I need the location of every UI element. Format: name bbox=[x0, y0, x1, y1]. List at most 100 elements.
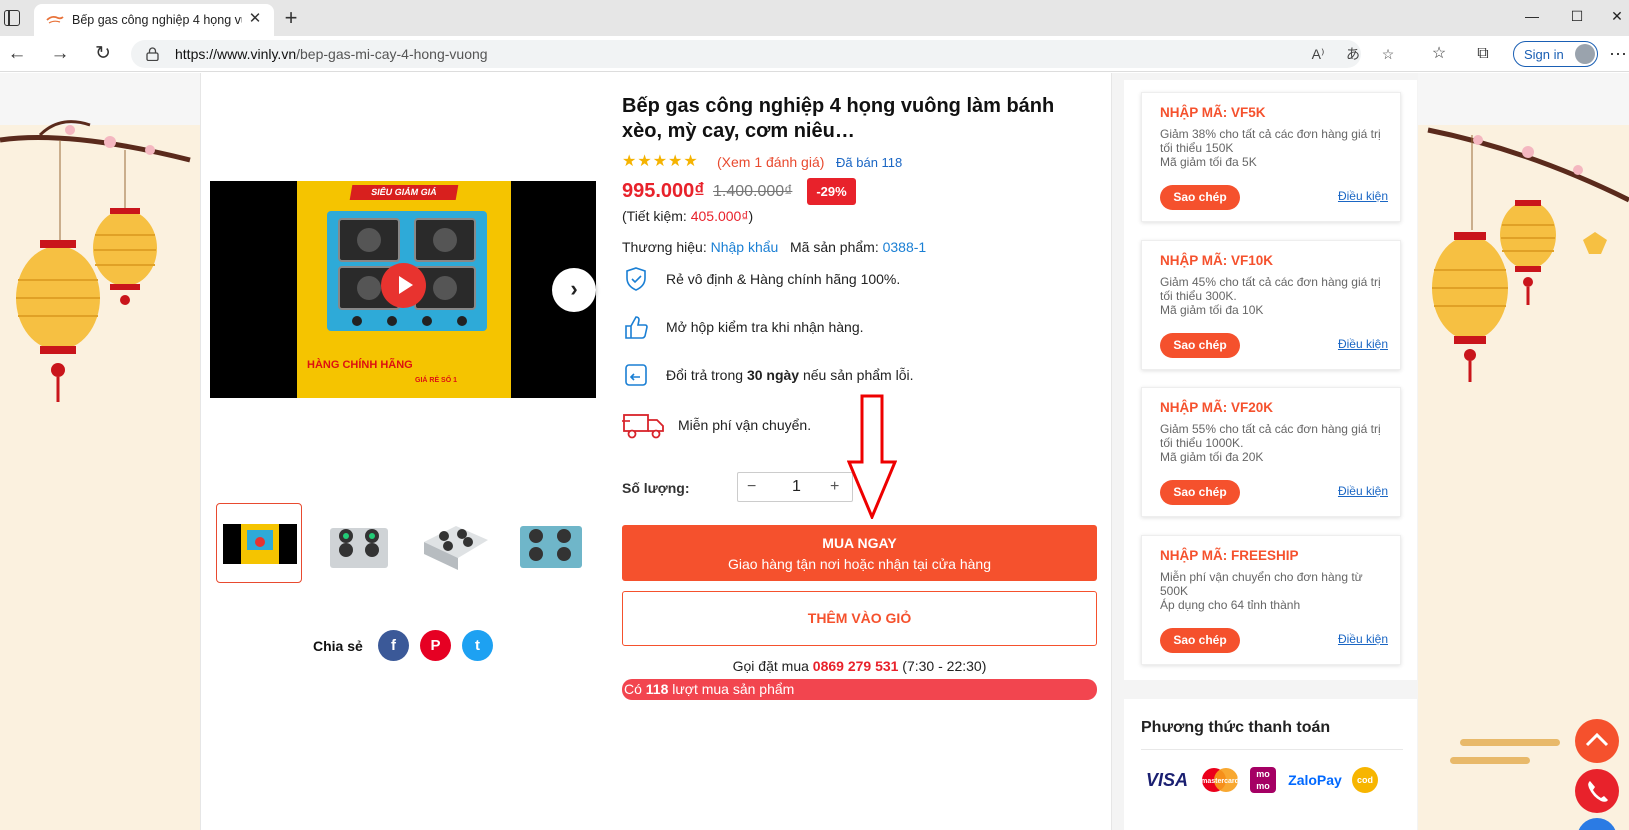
maximize-icon[interactable]: ☐ bbox=[1567, 8, 1587, 26]
buy-now-sublabel: Giao hàng tận nơi hoặc nhận tại cửa hàng bbox=[728, 556, 991, 572]
payment-title: Phương thức thanh toán bbox=[1141, 719, 1331, 736]
thumbnail-stove-image bbox=[330, 528, 388, 568]
thumbnail-4[interactable] bbox=[507, 503, 593, 583]
coupon-description: Miễn phí vận chuyển cho đơn hàng từ 500K… bbox=[1160, 570, 1363, 612]
discount-badge: -29% bbox=[807, 178, 856, 205]
product-title: Bếp gas công nghiệp 4 họng vuông làm bán… bbox=[622, 95, 1055, 142]
coupon-title: NHẬP MÃ: FREESHIP bbox=[1160, 548, 1299, 563]
down-arrow-annotation-icon bbox=[847, 394, 897, 519]
scroll-to-top-button[interactable] bbox=[1575, 719, 1619, 763]
hotline-text: Gọi đặt mua 0869 279 531 (7:30 - 22:30) bbox=[732, 658, 987, 674]
lock-icon bbox=[146, 47, 159, 61]
qty-decrease-button[interactable]: − bbox=[747, 478, 756, 496]
feature-return: Đổi trả trong 30 ngày nếu sản phẩm lỗi. bbox=[622, 361, 1082, 391]
new-tab-icon[interactable]: + bbox=[280, 7, 302, 30]
window-close-icon[interactable]: ✕ bbox=[1607, 8, 1627, 26]
tab-title: Bếp gas công nghiệp 4 họng vuông bbox=[72, 13, 242, 27]
browser-tab-bar: Bếp gas công nghiệp 4 họng vuông ✕ + — ☐… bbox=[0, 0, 1629, 36]
coupon-conditions-link[interactable]: Điều kiện bbox=[1338, 189, 1388, 203]
thumbnail-1[interactable] bbox=[216, 503, 302, 583]
tab-close-icon[interactable]: ✕ bbox=[247, 11, 263, 27]
add-favorite-icon[interactable]: ☆ bbox=[1378, 44, 1398, 64]
favorites-icon[interactable]: ☆ bbox=[1428, 43, 1450, 65]
divider bbox=[1141, 749, 1403, 750]
translate-icon[interactable]: あ bbox=[1343, 44, 1363, 64]
sign-in-label: Sign in bbox=[1524, 47, 1564, 62]
browser-tab-active[interactable]: Bếp gas công nghiệp 4 họng vuông ✕ bbox=[34, 4, 274, 36]
delivery-truck-icon bbox=[622, 414, 664, 439]
tab-actions-icon[interactable] bbox=[4, 10, 20, 26]
rating-stars-icon: ★★★★★ bbox=[622, 153, 699, 170]
quantity-label: Số lượng: bbox=[622, 480, 690, 496]
collections-icon[interactable]: ⧉ bbox=[1472, 43, 1494, 65]
buy-now-button[interactable]: MUA NGAY Giao hàng tận nơi hoặc nhận tại… bbox=[622, 525, 1097, 581]
old-price: 1.400.000₫ bbox=[713, 183, 793, 200]
phone-icon bbox=[1588, 781, 1608, 802]
return-box-icon bbox=[625, 364, 647, 386]
copy-coupon-button[interactable]: Sao chép bbox=[1160, 333, 1240, 358]
facebook-share-icon[interactable]: f bbox=[378, 630, 409, 661]
cloud-decoration-icon bbox=[1450, 739, 1560, 764]
qty-increase-button[interactable]: + bbox=[830, 478, 839, 496]
coupon-description: Giảm 55% cho tất cả các đơn hàng giá trị… bbox=[1160, 422, 1381, 464]
sign-in-button[interactable]: Sign in bbox=[1513, 41, 1598, 67]
copy-coupon-button[interactable]: Sao chép bbox=[1160, 480, 1240, 505]
add-to-cart-button[interactable]: THÊM VÀO GIỎ bbox=[622, 591, 1097, 646]
address-bar[interactable]: https://www.vinly.vn/bep-gas-mi-cay-4-ho… bbox=[131, 40, 1394, 68]
sku-value: 0388-1 bbox=[882, 239, 927, 255]
avatar-icon bbox=[1575, 44, 1595, 64]
coupon-description: Giảm 45% cho tất cả các đơn hàng giá trị… bbox=[1160, 275, 1381, 317]
thumbs-up-icon bbox=[625, 316, 648, 339]
brand-sku-line: Thương hiệu: Nhập khẩu Mã sản phẩm: 0388… bbox=[622, 239, 927, 255]
brand-link[interactable]: Nhập khẩu bbox=[711, 239, 779, 255]
thumbnail-3[interactable] bbox=[411, 503, 497, 583]
reload-icon[interactable]: ↻ bbox=[92, 43, 114, 65]
product-price: 995.000₫ bbox=[622, 180, 705, 202]
more-menu-icon[interactable]: ⋯ bbox=[1609, 44, 1627, 65]
payment-methods-box: Phương thức thanh toán VISA mastercard m… bbox=[1124, 699, 1417, 830]
read-aloud-icon[interactable]: A⁾ bbox=[1308, 44, 1328, 64]
review-link[interactable]: (Xem 1 đánh giá) bbox=[717, 154, 824, 170]
chevron-up-icon bbox=[1585, 732, 1609, 747]
share-label: Chia sẻ bbox=[313, 638, 363, 654]
qty-value[interactable]: 1 bbox=[792, 478, 801, 496]
site-favicon-icon bbox=[46, 15, 64, 24]
url-text: https://www.vinly.vn/bep-gas-mi-cay-4-ho… bbox=[175, 46, 488, 62]
copy-coupon-button[interactable]: Sao chép bbox=[1160, 185, 1240, 210]
buy-now-label: MUA NGAY bbox=[822, 535, 897, 551]
coupon-conditions-link[interactable]: Điều kiện bbox=[1338, 632, 1388, 646]
browser-toolbar: ← → ↻ https://www.vinly.vn/bep-gas-mi-ca… bbox=[0, 36, 1629, 72]
next-image-button[interactable]: › bbox=[552, 268, 596, 312]
thumbnail-stove-angle-image bbox=[424, 526, 488, 570]
twitter-share-icon[interactable]: t bbox=[462, 630, 493, 661]
minimize-icon[interactable]: — bbox=[1522, 8, 1542, 26]
hotline-phone[interactable]: 0869 279 531 bbox=[813, 658, 899, 674]
video-caption: HÀNG CHÍNH HÃNG bbox=[307, 359, 413, 371]
coupon-card: NHẬP MÃ: VF5K Giảm 38% cho tất cả các đơ… bbox=[1141, 92, 1401, 222]
copy-coupon-button[interactable]: Sao chép bbox=[1160, 628, 1240, 653]
coupon-title: NHẬP MÃ: VF5K bbox=[1160, 105, 1266, 120]
shield-check-icon bbox=[626, 267, 646, 291]
feature-genuine: Rẻ vô định & Hàng chính hãng 100%. bbox=[622, 265, 1082, 295]
thumbnail-2[interactable] bbox=[315, 503, 401, 583]
coupon-card: NHẬP MÃ: VF10K Giảm 45% cho tất cả các đ… bbox=[1141, 240, 1401, 370]
svg-text:mastercard: mastercard bbox=[1201, 778, 1239, 785]
saving-text: (Tiết kiệm: 405.000₫) bbox=[622, 208, 754, 224]
coupon-conditions-link[interactable]: Điều kiện bbox=[1338, 337, 1388, 351]
momo-logo-icon: mo mo bbox=[1250, 767, 1276, 793]
cod-logo-icon: cod bbox=[1352, 767, 1378, 793]
back-icon[interactable]: ← bbox=[6, 43, 28, 65]
visa-logo-icon: VISA bbox=[1145, 770, 1188, 790]
coupon-card: NHẬP MÃ: FREESHIP Miễn phí vận chuyển ch… bbox=[1141, 535, 1401, 665]
pinterest-share-icon[interactable]: P bbox=[420, 630, 451, 661]
thumbnail-video-image bbox=[223, 524, 297, 564]
forward-icon[interactable]: → bbox=[49, 43, 71, 65]
quantity-stepper[interactable]: − 1 + bbox=[737, 472, 853, 502]
coupon-conditions-link[interactable]: Điều kiện bbox=[1338, 484, 1388, 498]
call-button[interactable] bbox=[1575, 769, 1619, 813]
lantern-decoration-left-icon bbox=[0, 120, 191, 402]
product-video[interactable]: SIÊU GIẢM GIÁ HÀNG CHÍNH HÃNG GIÁ RẺ SỐ … bbox=[210, 181, 596, 398]
play-button-icon[interactable] bbox=[381, 263, 426, 308]
thumbnail-stove-blue-image bbox=[520, 526, 582, 568]
mastercard-logo-icon: mastercard bbox=[1198, 765, 1242, 795]
